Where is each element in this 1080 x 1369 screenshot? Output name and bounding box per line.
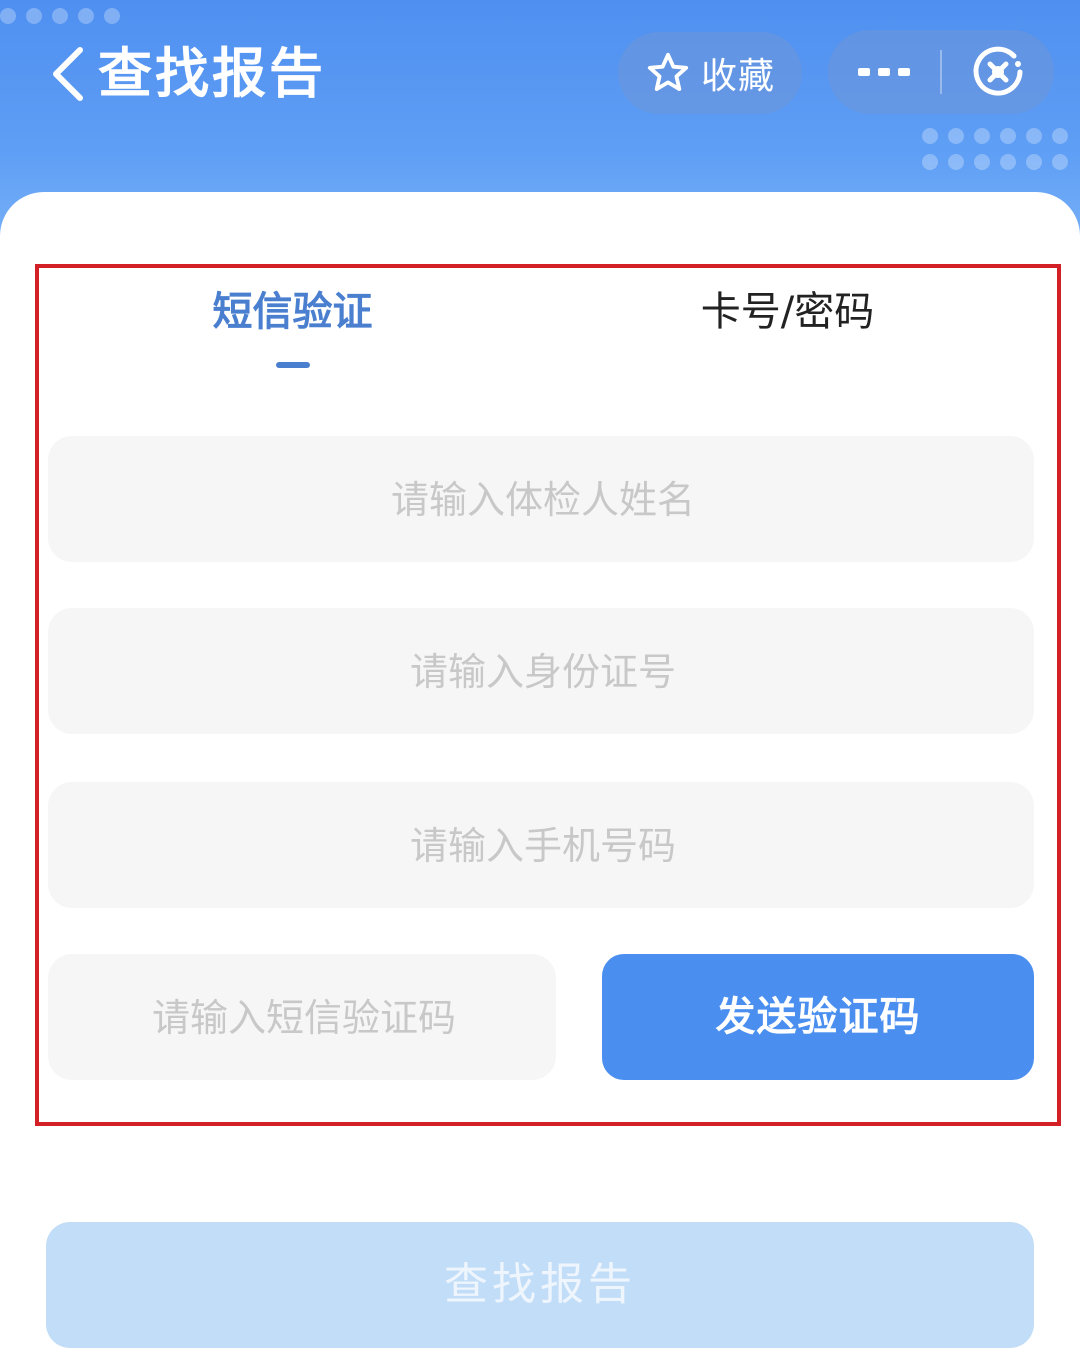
back-button[interactable] [44,44,94,104]
favorite-label: 收藏 [700,56,775,97]
sms-code-input[interactable] [48,954,560,1082]
star-icon [647,52,689,92]
send-code-button[interactable]: 发送验证码 [602,954,1034,1080]
chevron-left-icon [53,47,83,101]
decorative-dots-right [922,128,1070,172]
more-button[interactable] [828,30,940,114]
sms-code-field [48,954,560,1082]
close-target-icon [973,46,1023,96]
tab-card-password[interactable]: 卡号/密码 [660,280,915,344]
decorative-dots-top-left [0,8,122,26]
name-input[interactable] [48,436,1038,564]
more-dots-icon [858,68,910,76]
page-title: 查找报告 [98,42,326,105]
close-button[interactable] [942,30,1054,114]
mini-program-capsule [828,30,1054,114]
id-number-field [48,608,1038,736]
active-tab-indicator [276,362,310,368]
find-report-button[interactable]: 查找报告 [46,1222,1034,1348]
id-number-input[interactable] [48,608,1038,736]
name-field [48,436,1038,564]
phone-input[interactable] [48,782,1038,910]
phone-field [48,782,1038,910]
favorite-button[interactable]: 收藏 [618,32,802,114]
tab-sms-verification[interactable]: 短信验证 [170,280,415,344]
